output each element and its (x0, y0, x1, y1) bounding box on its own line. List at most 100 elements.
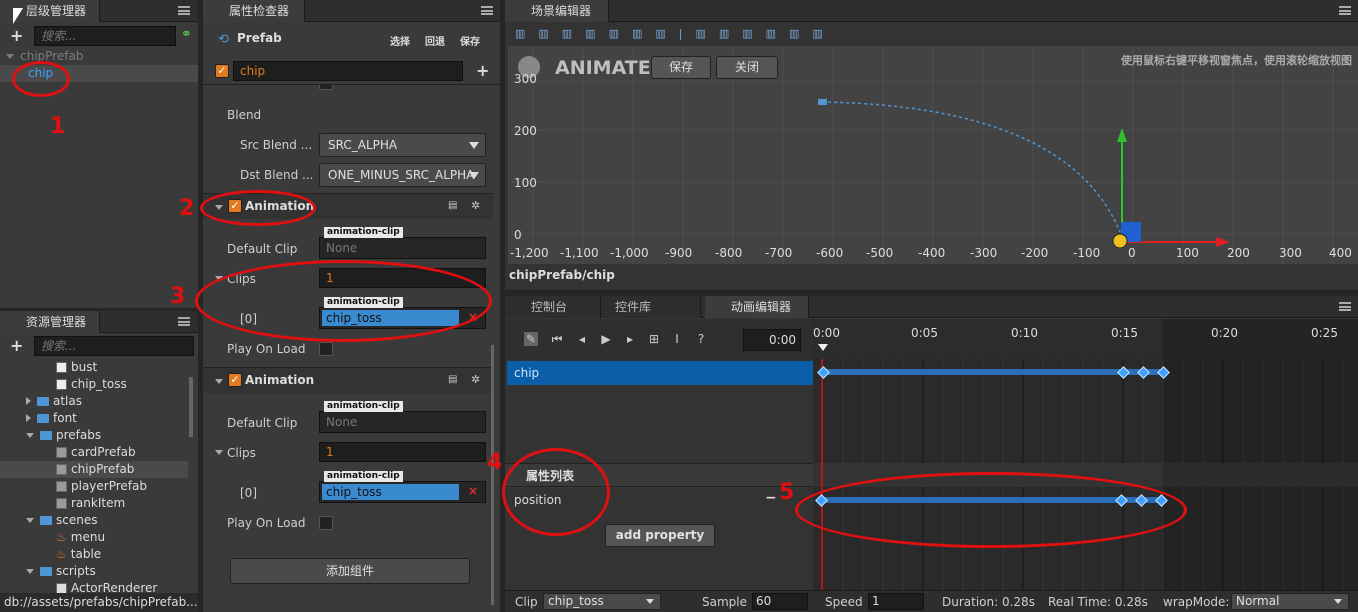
record-icon[interactable]: ✎ (524, 332, 538, 346)
revert-button[interactable]: 回退 (425, 33, 445, 48)
list-item[interactable]: ♨ table (0, 546, 174, 563)
src-blend-dropdown[interactable]: SRC_ALPHA (319, 133, 486, 157)
playhead-icon[interactable] (818, 344, 828, 351)
animation-menu-icon[interactable] (1339, 302, 1351, 311)
inspector-menu-icon[interactable] (481, 6, 493, 15)
bottom-tabbar: 控制台 控件库 动画编辑器 (505, 296, 1358, 318)
add-event-icon[interactable]: I (670, 332, 684, 346)
clip-0-field[interactable]: animation-clip chip_toss × (319, 471, 486, 503)
anim-icon (56, 379, 67, 390)
animation-enabled-checkbox[interactable]: ✓ (228, 373, 242, 387)
clip-select[interactable]: chip_toss (543, 593, 661, 610)
save-prefab-button[interactable]: 保存 (460, 33, 480, 48)
node-active-checkbox[interactable]: ✓ (215, 64, 229, 78)
x-tick: -100 (1073, 246, 1101, 260)
remove-property-icon[interactable]: − (765, 490, 777, 506)
default-clip-field[interactable]: animation-clip None (319, 401, 486, 433)
list-item[interactable]: cardPrefab (0, 444, 174, 461)
partial-checkbox[interactable] (319, 85, 333, 90)
tab-scene[interactable]: 场景编辑器 (505, 0, 609, 22)
add-asset-icon[interactable]: + (10, 336, 23, 355)
node-row-chip[interactable]: chip (507, 361, 813, 385)
animate-close-button[interactable]: 关闭 (716, 56, 778, 79)
book-icon[interactable]: ▤ (448, 374, 457, 385)
list-item[interactable]: prefabs (0, 427, 174, 444)
gear-icon[interactable]: ✲ (471, 373, 480, 386)
play-on-load-checkbox[interactable] (319, 342, 333, 356)
assets-menu-icon[interactable] (178, 317, 190, 326)
sample-input[interactable]: 60 (752, 593, 808, 610)
tab-console[interactable]: 控制台 (505, 296, 601, 318)
node-name-input[interactable]: chip (233, 61, 463, 81)
prefab-icon (56, 481, 67, 492)
annotation-circle-4 (502, 448, 610, 536)
jump-start-icon[interactable]: ⏮ (550, 332, 564, 346)
add-component-button[interactable]: 添加组件 (230, 558, 470, 584)
inspector-scrollbar[interactable] (491, 345, 494, 605)
list-item[interactable]: playerPrefab (0, 478, 174, 495)
remove-icon[interactable]: × (468, 484, 478, 498)
mouse-cursor-icon (13, 8, 23, 24)
annotation-number-5: 5 (779, 480, 795, 505)
list-item[interactable]: chip_toss (0, 376, 174, 393)
gear-icon[interactable]: ✲ (471, 199, 480, 212)
align-toolbar[interactable]: ▥▥▥▥▥▥▥|▥▥▥▥▥▥ (505, 23, 1358, 45)
annotation-circle-5 (795, 472, 1187, 548)
default-clip-label: Default Clip (227, 416, 298, 430)
tab-animation[interactable]: 动画编辑器 (705, 296, 809, 318)
hierarchy-menu-icon[interactable] (178, 6, 190, 15)
list-item[interactable]: ♨ menu (0, 529, 174, 546)
list-item[interactable]: chipPrefab (0, 461, 188, 478)
list-item[interactable]: scenes (0, 512, 174, 529)
annotation-circle-3 (195, 260, 492, 342)
default-clip-value: None (326, 415, 358, 429)
annotation-circle-1 (12, 61, 70, 97)
timeline-body[interactable] (813, 359, 1358, 590)
x-tick: 400 (1329, 246, 1352, 260)
select-button[interactable]: 选择 (390, 33, 410, 48)
x-tick: 300 (1279, 246, 1302, 260)
assets-scrollbar[interactable] (189, 377, 193, 437)
tab-inspector[interactable]: 属性检查器 (203, 0, 305, 22)
list-item[interactable]: scripts (0, 563, 174, 580)
script-icon (56, 583, 67, 593)
next-frame-icon[interactable]: ▸ (623, 332, 637, 346)
list-item[interactable]: bust (0, 359, 174, 376)
assets-tab-label: 资源管理器 (26, 315, 87, 329)
prev-frame-icon[interactable]: ◂ (575, 332, 589, 346)
list-item-label: chipPrefab (71, 462, 135, 476)
hierarchy-search-input[interactable]: 搜索... (34, 26, 176, 46)
time-tick: 0:25 (1311, 326, 1338, 340)
speed-input[interactable]: 1 (868, 593, 924, 610)
tab-library[interactable]: 控件库 (601, 296, 701, 318)
dst-blend-dropdown[interactable]: ONE_MINUS_SRC_ALPHA (319, 163, 486, 187)
tab-assets[interactable]: 资源管理器 (0, 311, 100, 333)
play-icon[interactable]: ▶ (599, 332, 613, 346)
list-item[interactable]: ActorRenderer (0, 580, 174, 593)
scene-viewport[interactable]: ANIMATE 保存 关闭 使用鼠标右键平移视窗焦点，使用滚轮缩放视图 300 … (508, 46, 1358, 264)
help-icon[interactable]: ? (694, 332, 708, 346)
scene-menu-icon[interactable] (1339, 6, 1351, 15)
list-item-label: font (53, 411, 77, 425)
collapse-icon (215, 450, 223, 455)
time-tick: 0:15 (1111, 326, 1138, 340)
add-key-icon[interactable]: ⊞ (647, 332, 661, 346)
link-icon[interactable]: ⚭ (181, 27, 192, 42)
book-icon[interactable]: ▤ (448, 200, 457, 211)
x-tick: -1,100 (560, 246, 599, 260)
prefab-icon (56, 447, 67, 458)
time-tick: 0:10 (1011, 326, 1038, 340)
add-node-icon[interactable]: + (10, 26, 23, 45)
list-item[interactable]: rankItem (0, 495, 174, 512)
assets-search-input[interactable]: 搜索... (34, 336, 194, 356)
default-clip-field[interactable]: animation-clip None (319, 227, 486, 259)
add-icon[interactable]: + (476, 61, 489, 80)
current-time-input[interactable]: 0:00 (743, 329, 801, 351)
clips-count-input[interactable]: 1 (319, 442, 486, 462)
add-property-button[interactable]: add property (605, 524, 715, 547)
play-on-load-checkbox[interactable] (319, 516, 333, 530)
wrapmode-select[interactable]: Normal (1231, 593, 1349, 610)
animate-save-button[interactable]: 保存 (651, 56, 711, 79)
list-item[interactable]: atlas (0, 393, 174, 410)
list-item[interactable]: font (0, 410, 174, 427)
